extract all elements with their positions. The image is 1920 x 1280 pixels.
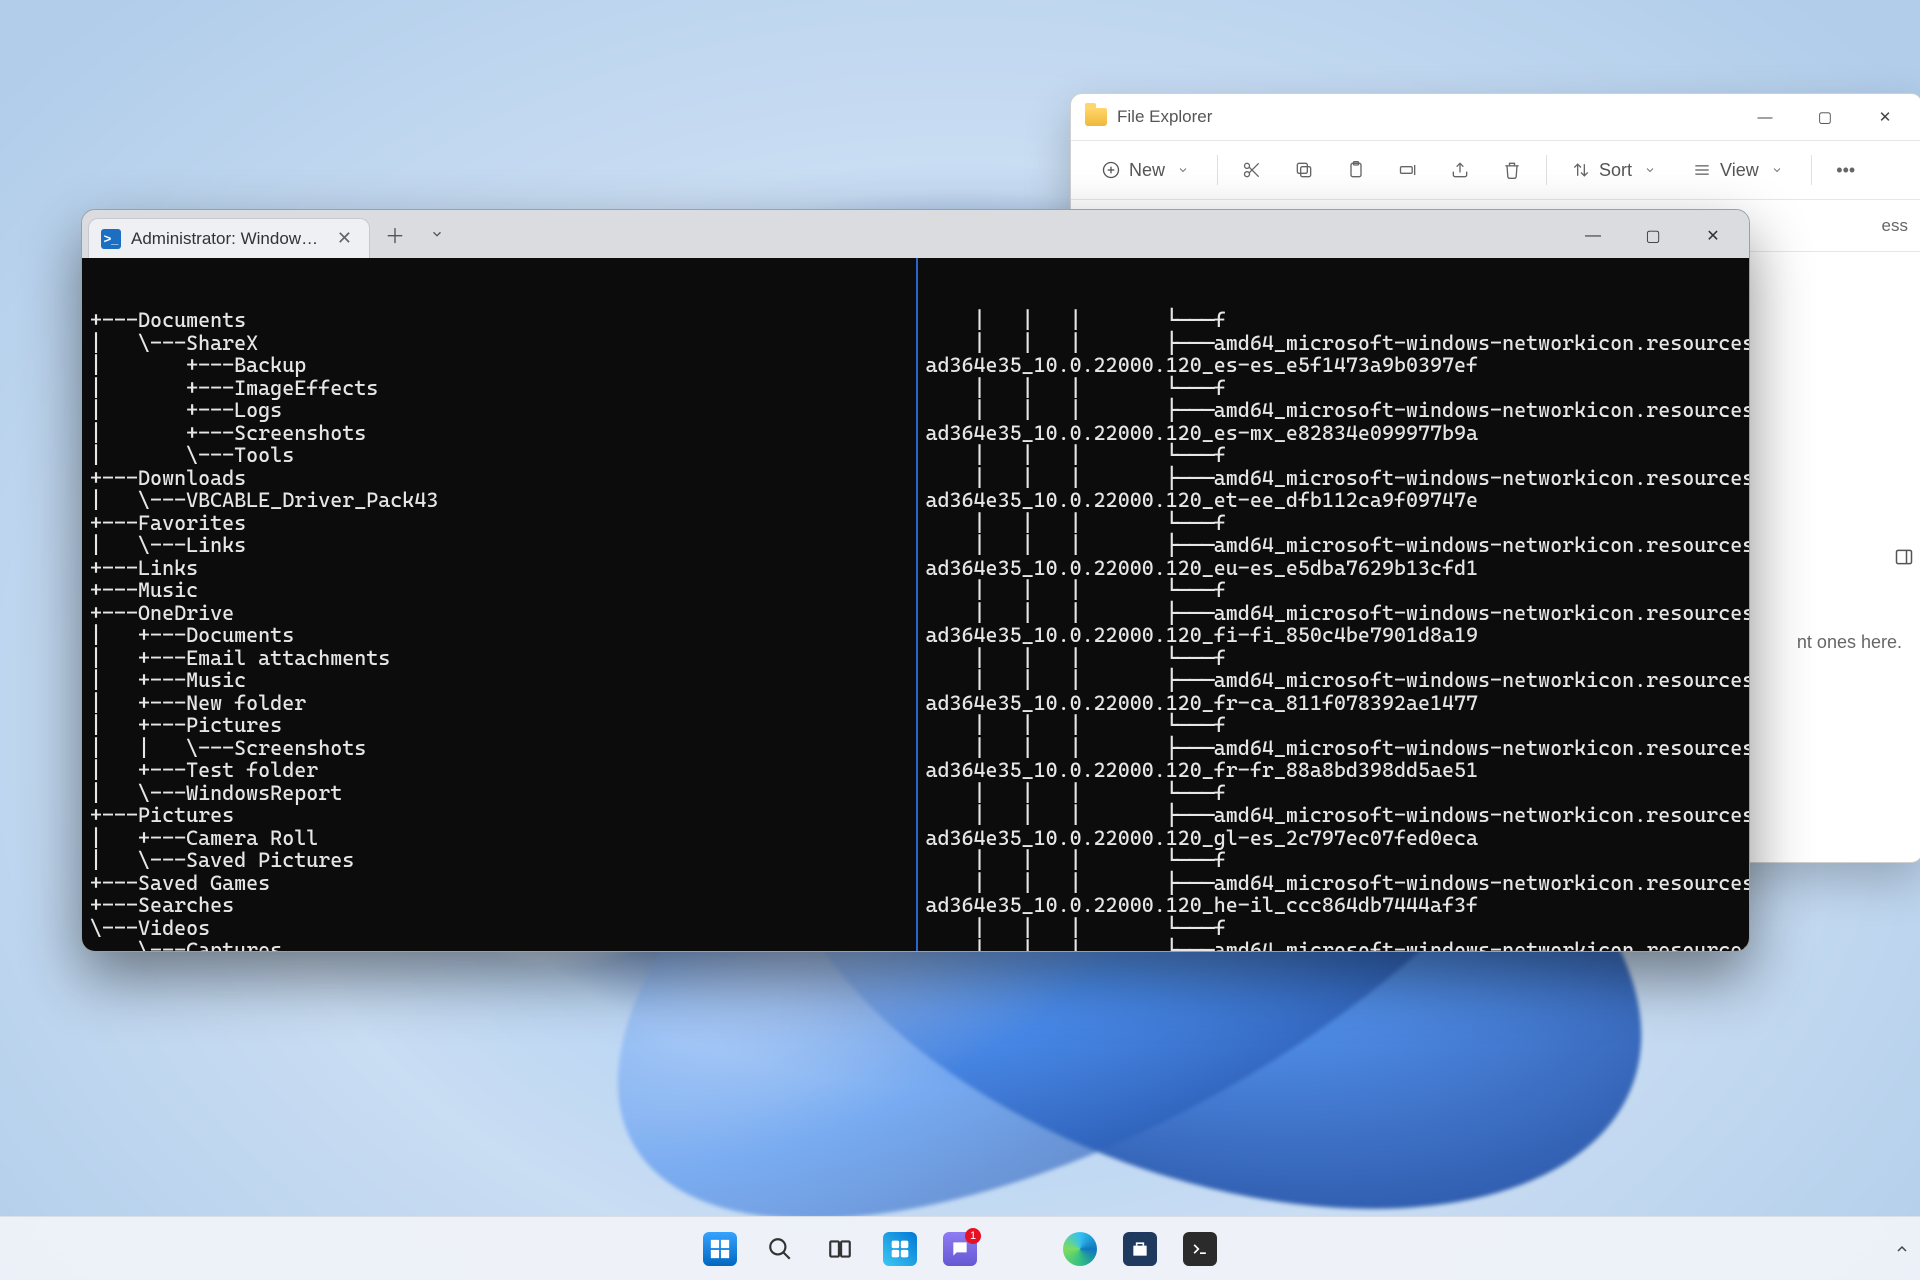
new-label: New: [1129, 160, 1165, 181]
tab-dropdown-button[interactable]: [418, 215, 456, 253]
taskview-icon: [823, 1232, 857, 1266]
clipboard-icon: [1344, 158, 1368, 182]
plus-circle-icon: [1099, 158, 1123, 182]
separator: [1217, 155, 1218, 185]
empty-hint-text: nt ones here.: [1797, 632, 1902, 653]
taskview-button[interactable]: [815, 1224, 865, 1274]
terminal-minimize-button[interactable]: —: [1563, 214, 1623, 258]
new-tab-button[interactable]: ＋: [376, 215, 414, 253]
start-button[interactable]: [695, 1224, 745, 1274]
more-button[interactable]: •••: [1824, 151, 1868, 189]
address-fragment: ess: [1882, 216, 1908, 236]
chevron-down-icon: [1765, 158, 1789, 182]
widgets-icon: [883, 1232, 917, 1266]
view-icon: [1690, 158, 1714, 182]
powershell-icon: >_: [101, 229, 121, 249]
explorer-toolbar: New Sort View •••: [1071, 140, 1920, 200]
edge-icon: [1063, 1232, 1097, 1266]
trash-icon: [1500, 158, 1524, 182]
widgets-button[interactable]: [875, 1224, 925, 1274]
sort-label: Sort: [1599, 160, 1632, 181]
edge-button[interactable]: [1055, 1224, 1105, 1274]
chat-button[interactable]: 1: [935, 1224, 985, 1274]
file-explorer-button[interactable]: [995, 1224, 1045, 1274]
terminal-panes: +---Documents | \---ShareX | +---Backup …: [82, 258, 1749, 952]
separator: [1546, 155, 1547, 185]
notification-badge: 1: [965, 1228, 981, 1244]
terminal-tab-powershell[interactable]: >_ Administrator: Windows PowerS ✕: [88, 218, 370, 258]
taskbar: 1: [0, 1216, 1920, 1280]
explorer-minimize-button[interactable]: —: [1736, 98, 1794, 136]
separator: [1811, 155, 1812, 185]
copy-icon: [1292, 158, 1316, 182]
explorer-titlebar[interactable]: File Explorer — ▢ ✕: [1071, 94, 1920, 140]
tray-chevron-icon[interactable]: [1894, 1241, 1910, 1257]
view-button[interactable]: View: [1680, 151, 1799, 189]
paste-button[interactable]: [1334, 151, 1378, 189]
details-pane-toggle-icon[interactable]: [1894, 547, 1918, 567]
terminal-icon: [1183, 1232, 1217, 1266]
terminal-output-left: +---Documents | \---ShareX | +---Backup …: [90, 309, 906, 952]
rename-icon: [1396, 158, 1420, 182]
delete-button[interactable]: [1490, 151, 1534, 189]
store-icon: [1123, 1232, 1157, 1266]
chevron-down-icon: [1638, 158, 1662, 182]
tab-title: Administrator: Windows PowerS: [131, 229, 322, 249]
terminal-close-button[interactable]: ✕: [1683, 214, 1743, 258]
new-button[interactable]: New: [1089, 151, 1205, 189]
rename-button[interactable]: [1386, 151, 1430, 189]
search-button[interactable]: [755, 1224, 805, 1274]
folder-icon: [1085, 108, 1107, 126]
windows-logo-icon: [703, 1232, 737, 1266]
terminal-pane-left[interactable]: +---Documents | \---ShareX | +---Backup …: [82, 258, 916, 952]
terminal-maximize-button[interactable]: ▢: [1623, 214, 1683, 258]
sort-button[interactable]: Sort: [1559, 151, 1672, 189]
terminal-tabstrip: >_ Administrator: Windows PowerS ✕ ＋ — ▢…: [82, 210, 1749, 258]
scissors-icon: [1240, 158, 1264, 182]
explorer-title: File Explorer: [1117, 107, 1212, 127]
ellipsis-icon: •••: [1834, 158, 1858, 182]
explorer-maximize-button[interactable]: ▢: [1796, 98, 1854, 136]
share-icon: [1448, 158, 1472, 182]
terminal-output-right: | | | └───f | | | ├───amd64_microsoft-wi…: [926, 309, 1740, 952]
explorer-close-button[interactable]: ✕: [1856, 98, 1914, 136]
system-tray[interactable]: [1894, 1241, 1910, 1257]
sort-icon: [1569, 158, 1593, 182]
windows-terminal-window[interactable]: >_ Administrator: Windows PowerS ✕ ＋ — ▢…: [81, 209, 1750, 952]
search-icon: [763, 1232, 797, 1266]
view-label: View: [1720, 160, 1759, 181]
tab-close-button[interactable]: ✕: [332, 225, 357, 252]
chevron-down-icon: [1171, 158, 1195, 182]
taskbar-apps: 1: [695, 1224, 1225, 1274]
store-button[interactable]: [1115, 1224, 1165, 1274]
share-button[interactable]: [1438, 151, 1482, 189]
copy-button[interactable]: [1282, 151, 1326, 189]
cut-button[interactable]: [1230, 151, 1274, 189]
terminal-button[interactable]: [1175, 1224, 1225, 1274]
terminal-pane-right[interactable]: | | | └───f | | | ├───amd64_microsoft-wi…: [916, 258, 1750, 952]
